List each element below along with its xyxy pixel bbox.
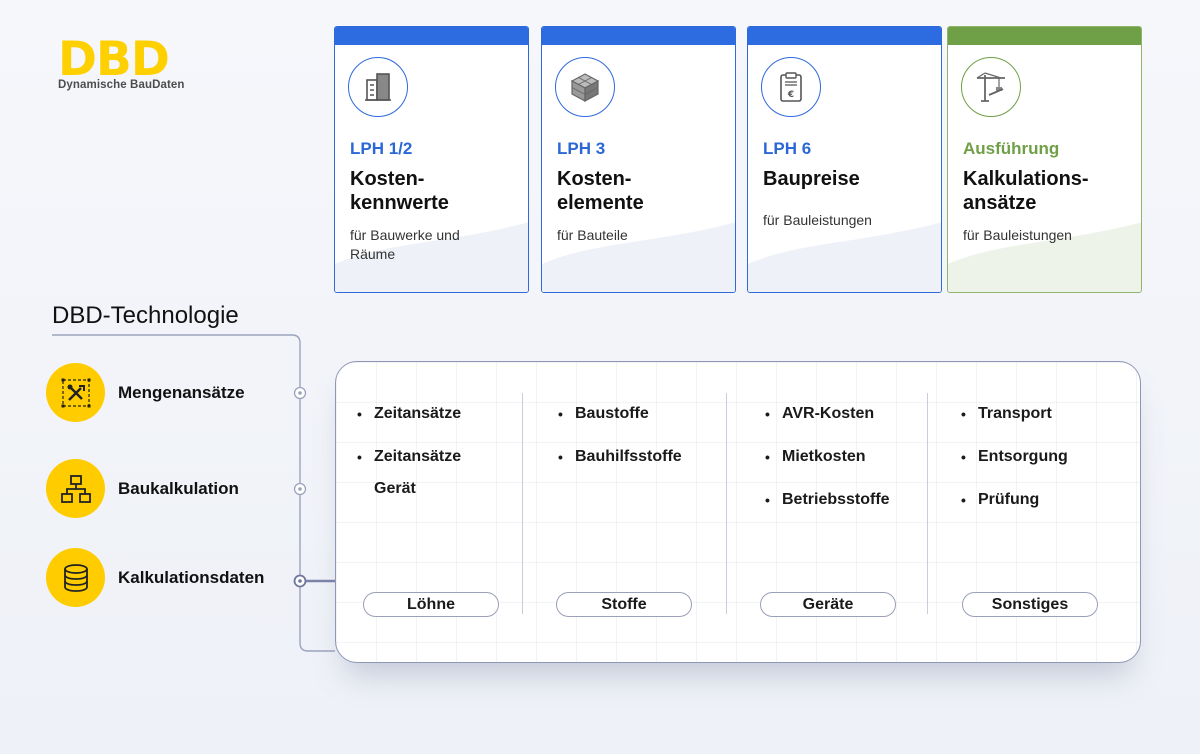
card-subtitle: für Bauteile bbox=[557, 227, 628, 243]
column-loehne: Zeitansätze Zeitansätze Gerät bbox=[357, 362, 527, 662]
label-sonstiges[interactable]: Sonstiges bbox=[962, 592, 1098, 617]
card-subtitle: für Bauleistungen bbox=[963, 227, 1072, 243]
card-title: Kosten- elemente bbox=[557, 168, 644, 214]
label-stoffe[interactable]: Stoffe bbox=[556, 592, 692, 617]
database-icon bbox=[46, 548, 105, 607]
technology-title: DBD-Technologie bbox=[52, 302, 239, 329]
crane-icon bbox=[961, 57, 1021, 117]
list-item: Transport bbox=[961, 398, 1068, 430]
hierarchy-icon bbox=[46, 459, 105, 518]
list-item: Zeitansätze Gerät bbox=[357, 441, 497, 505]
list-item: Baustoffe bbox=[558, 398, 682, 430]
card-lph-6[interactable]: € LPH 6 Baupreise für Bauleistungen bbox=[747, 26, 942, 293]
list-item: Betriebsstoffe bbox=[765, 484, 890, 516]
column-list: Zeitansätze Zeitansätze Gerät bbox=[357, 398, 497, 516]
dbd-logo: DBD Dynamische BauDaten bbox=[58, 40, 218, 91]
building-icon bbox=[348, 57, 408, 117]
card-subtitle: für Bauleistungen bbox=[763, 212, 872, 228]
column-geraete: AVR-Kosten Mietkosten Betriebsstoffe bbox=[765, 362, 935, 662]
card-top-bar bbox=[948, 27, 1141, 45]
card-wave bbox=[748, 222, 941, 292]
card-top-bar bbox=[335, 27, 528, 45]
card-top-bar bbox=[748, 27, 941, 45]
label-loehne[interactable]: Löhne bbox=[363, 592, 499, 617]
calculation-data-panel: Zeitansätze Zeitansätze Gerät Baustoffe … bbox=[335, 361, 1141, 663]
tech-label: Mengenansätze bbox=[118, 382, 245, 402]
list-item: Prüfung bbox=[961, 484, 1068, 516]
tech-item-baukalkulation[interactable]: Baukalkulation bbox=[46, 459, 239, 518]
column-stoffe: Baustoffe Bauhilfsstoffe bbox=[558, 362, 728, 662]
column-sonstiges: Transport Entsorgung Prüfung bbox=[961, 362, 1131, 662]
card-lph-3[interactable]: LPH 3 Kosten- elemente für Bauteile bbox=[541, 26, 736, 293]
card-ausfuehrung[interactable]: Ausführung Kalkulations- ansätze für Bau… bbox=[947, 26, 1142, 293]
logo-subtitle: Dynamische BauDaten bbox=[58, 79, 185, 91]
column-divider bbox=[522, 393, 523, 614]
tech-label: Baukalkulation bbox=[118, 478, 239, 498]
card-phase: LPH 6 bbox=[763, 139, 812, 158]
list-item: Mietkosten bbox=[765, 441, 890, 473]
column-list: Baustoffe Bauhilfsstoffe bbox=[558, 398, 682, 484]
card-subtitle: für Bauwerke und Räume bbox=[350, 227, 460, 262]
column-list: AVR-Kosten Mietkosten Betriebsstoffe bbox=[765, 398, 890, 527]
column-divider bbox=[726, 393, 727, 614]
card-lph-1-2[interactable]: LPH 1/2 Kosten- kennwerte für Bauwerke u… bbox=[334, 26, 529, 293]
card-title: Kosten- kennwerte bbox=[350, 168, 449, 214]
svg-text:€: € bbox=[787, 90, 794, 100]
tech-item-kalkulationsdaten[interactable]: Kalkulationsdaten bbox=[46, 548, 264, 607]
list-item: Bauhilfsstoffe bbox=[558, 441, 682, 473]
list-item: Zeitansätze bbox=[357, 398, 497, 430]
card-top-bar bbox=[542, 27, 735, 45]
card-title: Baupreise bbox=[763, 168, 860, 190]
list-item: AVR-Kosten bbox=[765, 398, 890, 430]
card-phase: Ausführung bbox=[963, 139, 1060, 158]
card-phase: LPH 1/2 bbox=[350, 139, 413, 158]
logo-mark: DBD bbox=[58, 40, 170, 78]
column-divider bbox=[927, 393, 928, 614]
tech-item-mengenansaetze[interactable]: Mengenansätze bbox=[46, 363, 245, 422]
label-geraete[interactable]: Geräte bbox=[760, 592, 896, 617]
list-item: Entsorgung bbox=[961, 441, 1068, 473]
cube-icon bbox=[555, 57, 615, 117]
tools-icon bbox=[46, 363, 105, 422]
column-list: Transport Entsorgung Prüfung bbox=[961, 398, 1068, 527]
card-title: Kalkulations- ansätze bbox=[963, 168, 1089, 214]
tech-label: Kalkulationsdaten bbox=[118, 567, 265, 587]
card-phase: LPH 3 bbox=[557, 139, 606, 158]
clipboard-euro-icon: € bbox=[761, 57, 821, 117]
